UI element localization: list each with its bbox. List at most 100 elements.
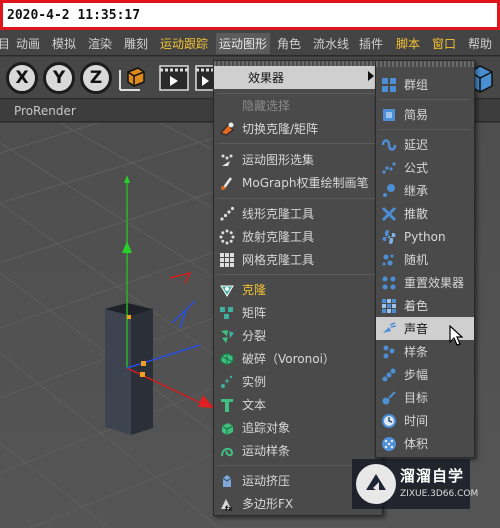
menu-item-label: 网格克隆工具 (242, 253, 315, 267)
axis-y-button[interactable]: Y (43, 62, 75, 94)
menu-pipeline[interactable]: 流水线 (313, 35, 349, 52)
grid-clone-icon (218, 251, 236, 269)
menu-item-label: Python (404, 229, 446, 244)
menu-item-fracture[interactable]: 分裂 (214, 324, 382, 347)
mograph-selection-icon (218, 151, 236, 169)
instance-icon (218, 373, 236, 391)
menu-script[interactable]: 脚本 (396, 35, 420, 52)
separator (218, 274, 378, 275)
reeffector-icon (380, 274, 398, 292)
target-effector-icon (380, 389, 398, 407)
polyfx-icon: fx (218, 495, 236, 513)
menu-item-label: 群组 (404, 78, 429, 92)
menu-item-label: 时间 (404, 414, 429, 428)
menu-item-label: 声音 (404, 322, 429, 336)
menu-sculpt[interactable]: 雕刻 (124, 35, 148, 52)
python-effector-icon (380, 228, 398, 246)
menu-item-label: 延迟 (404, 138, 429, 152)
menu-item-formula-effector[interactable]: 公式 (376, 156, 474, 179)
menu-item-voronoi-fracture[interactable]: 破碎（Voronoi） (214, 347, 382, 370)
menu-help[interactable]: 帮助 (468, 35, 492, 52)
menu-item-cloner[interactable]: 克隆 (214, 278, 382, 301)
menu-item-label: MoGraph权重绘制画笔 (242, 176, 369, 190)
menu-item-plain-effector[interactable]: 简易 (376, 103, 474, 126)
timestamp-bar: 2020-4-2 11:35:17 (0, 0, 500, 30)
axis-x-button[interactable]: X (6, 62, 38, 94)
menu-item-matrix[interactable]: 矩阵 (214, 301, 382, 324)
menu-item-label: 线形克隆工具 (242, 207, 315, 221)
menu-animate[interactable]: 动画 (16, 35, 40, 52)
menu-item-random-effector[interactable]: 随机 (376, 248, 474, 271)
watermark: 溜溜自学 ZIXUE.3D66.COM (352, 459, 478, 509)
menu-item-label: 重置效果器 (404, 276, 465, 290)
watermark-logo (356, 464, 396, 504)
menu-item-step-effector[interactable]: 步幅 (376, 363, 474, 386)
menu-item-radial-clone-tool[interactable]: 放射克隆工具 (214, 225, 382, 248)
menu-item-label: 目标 (404, 391, 429, 405)
menu-item-delay-effector[interactable]: 延迟 (376, 133, 474, 156)
menu-item-label: 步幅 (404, 368, 429, 382)
menu-item-linear-clone-tool[interactable]: 线形克隆工具 (214, 202, 382, 225)
submenu-tearoff-grip[interactable] (376, 61, 474, 67)
menu-item-label: 切换克隆/矩阵 (242, 122, 319, 136)
menu-item-instance[interactable]: 实例 (214, 370, 382, 393)
formula-effector-icon (380, 159, 398, 177)
menu-item-tracer[interactable]: 追踪对象 (214, 416, 382, 439)
menu-item-label: 公式 (404, 161, 429, 175)
menu-simulate[interactable]: 模拟 (52, 35, 76, 52)
menu-item-shader-effector[interactable]: 着色 (376, 294, 474, 317)
render-view-icon[interactable] (158, 62, 190, 94)
radial-clone-icon (218, 228, 236, 246)
menu-item-label: 体积 (404, 437, 429, 451)
menu-item-label: 隐藏选择 (242, 99, 291, 113)
menu-plugins[interactable]: 插件 (359, 35, 383, 52)
separator (218, 143, 378, 144)
separator (380, 99, 470, 100)
menu-item-target-effector[interactable]: 目标 (376, 386, 474, 409)
menu-item-mograph-selection[interactable]: 运动图形选集 (214, 148, 382, 171)
menu-partial-left[interactable]: 目 (0, 35, 10, 52)
menu-mograph[interactable]: 运动图形 (216, 33, 271, 54)
menu-item-label: 着色 (404, 299, 429, 313)
text-icon (218, 396, 236, 414)
menu-item-volume-effector[interactable]: 体积 (376, 432, 474, 455)
menu-item-label: 克隆 (242, 283, 267, 297)
coordinate-system-icon[interactable] (116, 62, 148, 94)
menu-item-label: 文本 (242, 398, 267, 412)
menu-item-toggle-cloner-matrix[interactable]: 切换克隆/矩阵 (214, 117, 382, 140)
menu-item-python-effector[interactable]: Python (376, 225, 474, 248)
toggle-cloner-icon (218, 120, 236, 138)
menu-item-hide-selection: 隐藏选择 (214, 94, 382, 117)
menu-item-time-effector[interactable]: 时间 (376, 409, 474, 432)
menu-item-inheritance-effector[interactable]: 继承 (376, 179, 474, 202)
menu-window[interactable]: 窗口 (432, 35, 456, 52)
menu-item-label: 继承 (404, 184, 429, 198)
menu-item-reeffector[interactable]: 重置效果器 (376, 271, 474, 294)
axis-z-button[interactable]: Z (80, 62, 112, 94)
mograph-menu: 效果器 隐藏选择 切换克隆/矩阵 运动图形选集 MoGraph权重绘制画笔 线形… (213, 60, 383, 516)
linear-clone-icon (218, 205, 236, 223)
menu-render[interactable]: 渲染 (88, 35, 112, 52)
plain-effector-icon (380, 106, 398, 124)
menu-item-weight-paint-brush[interactable]: MoGraph权重绘制画笔 (214, 171, 382, 194)
menu-bar: 目 动画 模拟 渲染 雕刻 运动跟踪 运动图形 角色 流水线 插件 脚本 窗口 … (0, 30, 500, 56)
menu-item-push-apart-effector[interactable]: 推散 (376, 202, 474, 225)
submenu-arrow-icon (368, 71, 374, 81)
spline-effector-icon (380, 343, 398, 361)
menu-item-label: 简易 (404, 108, 429, 122)
step-effector-icon (380, 366, 398, 384)
menu-item-label: 运动图形选集 (242, 153, 315, 167)
hide-selection-icon (218, 97, 236, 115)
menu-item-grid-clone-tool[interactable]: 网格克隆工具 (214, 248, 382, 271)
menu-character[interactable]: 角色 (277, 35, 301, 52)
menu-item-label: 样条 (404, 345, 429, 359)
voronoi-fracture-icon (218, 350, 236, 368)
menu-item-group-effector[interactable]: 群组 (376, 73, 474, 96)
menu-item-effectors-label: 效果器 (248, 71, 285, 85)
menu-motion-tracking[interactable]: 运动跟踪 (160, 35, 208, 52)
watermark-title: 溜溜自学 (400, 467, 465, 485)
menu-item-text[interactable]: 文本 (214, 393, 382, 416)
svg-text:fx: fx (225, 505, 233, 512)
menu-item-effectors[interactable]: 效果器 (214, 66, 382, 89)
group-effector-icon (380, 76, 398, 94)
